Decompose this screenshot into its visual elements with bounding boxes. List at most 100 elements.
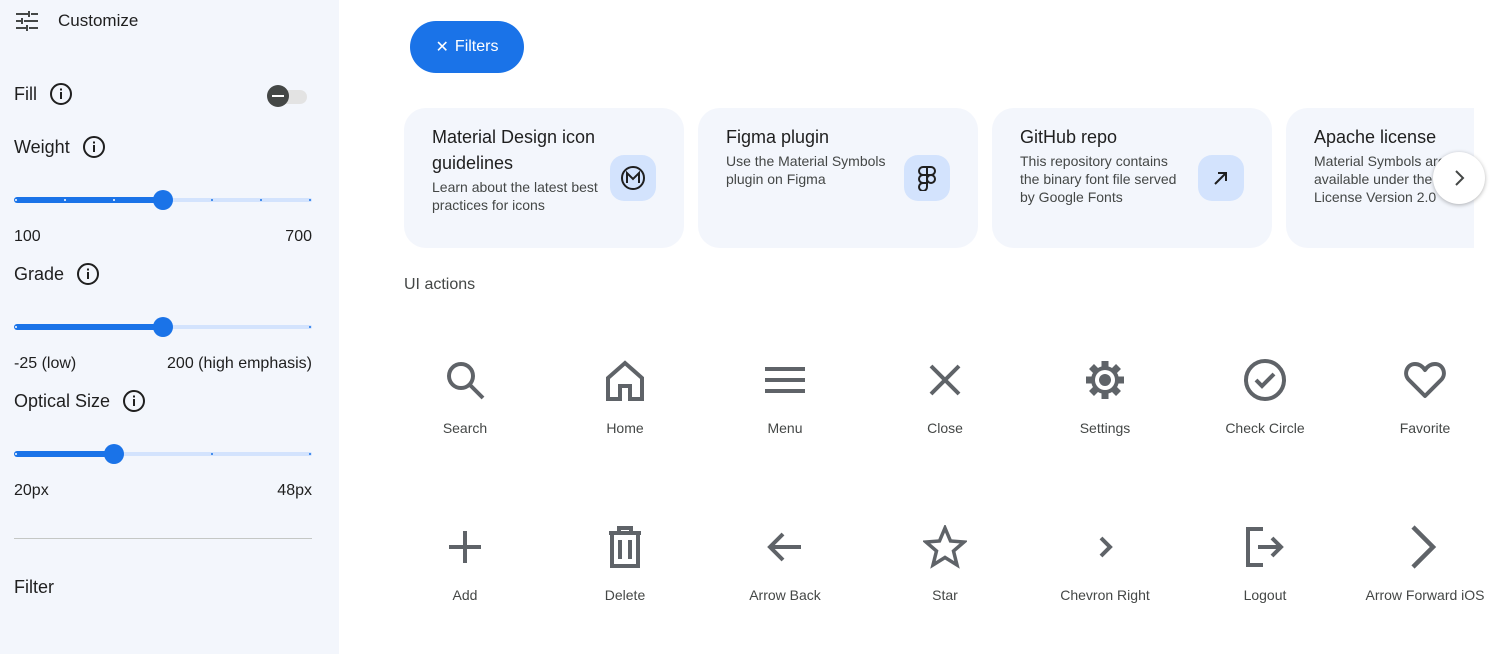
optical-size-tick (309, 453, 311, 455)
weight-option: Weight (14, 135, 106, 159)
grade-tick (309, 326, 311, 328)
grade-slider[interactable] (14, 317, 312, 337)
icon-label: Favorite (1399, 420, 1451, 436)
icon-label: Home (606, 420, 644, 436)
card-title: Material Design icon guidelines (432, 127, 596, 173)
icon-tile-check-circle[interactable]: Check Circle (1190, 358, 1340, 478)
optical-size-max: 48px (277, 482, 312, 499)
icon-tile-arrow-back[interactable]: Arrow Back (710, 525, 860, 645)
optical-size-option: Optical Size (14, 389, 146, 413)
info-icon[interactable] (82, 135, 106, 159)
card-description: Learn about the latest best practices fo… (432, 179, 598, 213)
icon-tile-close[interactable]: Close (870, 358, 1020, 478)
grade-slider-active (14, 324, 164, 330)
close-icon (929, 364, 961, 396)
icon-label: Chevron Right (1060, 587, 1150, 603)
weight-slider-thumb[interactable] (153, 190, 173, 210)
icon-label: Close (927, 420, 963, 436)
delete-icon (609, 526, 641, 568)
optical-size-slider-thumb[interactable] (104, 444, 124, 464)
arrow-back-icon (767, 532, 801, 562)
icon-tile-add[interactable]: Add (390, 525, 540, 645)
customize-title: Customize (58, 11, 139, 30)
section-title-ui-actions: UI actions (404, 276, 476, 293)
settings-icon (1086, 361, 1124, 399)
icon-tile-chevron-right[interactable]: Chevron Right (1030, 525, 1180, 645)
icon-label: Arrow Forward iOS (1365, 587, 1485, 603)
card-description: This repository contains the binary font… (1020, 153, 1177, 205)
filters-button-label: Filters (454, 38, 499, 55)
grade-max: 200 (high emphasis) (167, 355, 312, 372)
card-material-guidelines[interactable]: Material Design icon guidelines Learn ab… (404, 108, 684, 248)
icon-label: Arrow Back (749, 587, 821, 603)
card-title: Apache license (1314, 127, 1437, 147)
arrow-outward-icon (1198, 155, 1244, 201)
card-github-repo[interactable]: GitHub repo This repository contains the… (992, 108, 1272, 248)
optical-size-slider-active (14, 451, 114, 457)
material-logo-icon (610, 155, 656, 201)
card-title: GitHub repo (1020, 127, 1118, 147)
filter-heading: Filter (14, 577, 54, 597)
close-icon: ✕ (435, 39, 449, 56)
resource-cards-carousel: Material Design icon guidelines Learn ab… (404, 108, 1474, 248)
check-circle-icon (1244, 359, 1286, 401)
sidebar-divider (14, 538, 312, 539)
customize-header: Customize (16, 8, 138, 34)
optical-size-tick (15, 453, 17, 455)
weight-tick (15, 199, 17, 201)
icon-tile-logout[interactable]: Logout (1190, 525, 1340, 645)
icon-label: Check Circle (1225, 420, 1305, 436)
favorite-icon (1404, 362, 1446, 398)
tune-icon (16, 11, 38, 31)
grade-option: Grade (14, 262, 100, 286)
icon-tile-delete[interactable]: Delete (550, 525, 700, 645)
weight-slider[interactable] (14, 190, 312, 210)
icon-tile-arrow-forward-ios[interactable]: Arrow Forward iOS (1350, 525, 1500, 645)
icon-tile-home[interactable]: Home (550, 358, 700, 478)
icon-tile-search[interactable]: Search (390, 358, 540, 478)
card-description: Use the Material Symbols plugin on Figma (726, 153, 886, 187)
info-icon[interactable] (122, 389, 146, 413)
weight-min: 100 (14, 228, 41, 245)
icon-label: Menu (767, 420, 803, 436)
icon-label: Add (452, 587, 478, 603)
grade-label: Grade (14, 263, 65, 284)
chevron-right-icon (1455, 170, 1465, 186)
fill-toggle-knob (267, 85, 289, 107)
chevron-right-icon (1099, 536, 1113, 558)
icon-tile-menu[interactable]: Menu (710, 358, 860, 478)
weight-tick (260, 199, 262, 201)
weight-max: 700 (285, 228, 312, 245)
card-figma-plugin[interactable]: Figma plugin Use the Material Symbols pl… (698, 108, 978, 248)
weight-slider-active (14, 197, 164, 203)
icon-label: Delete (604, 587, 646, 603)
grade-slider-thumb[interactable] (153, 317, 173, 337)
info-icon[interactable] (76, 262, 100, 286)
fill-label: Fill (14, 83, 37, 104)
filters-button[interactable]: ✕ Filters (410, 21, 524, 73)
weight-tick (64, 199, 66, 201)
icon-tile-settings[interactable]: Settings (1030, 358, 1180, 478)
carousel-next-button[interactable] (1433, 152, 1485, 204)
info-icon[interactable] (49, 82, 73, 106)
figma-icon (904, 155, 950, 201)
icon-label: Star (932, 587, 958, 603)
icon-label: Search (442, 420, 488, 436)
fill-toggle[interactable] (267, 84, 309, 108)
weight-range: 100 700 (14, 228, 312, 246)
logout-icon (1246, 527, 1284, 567)
arrow-forward-ios-icon (1411, 525, 1437, 569)
grade-tick (15, 326, 17, 328)
card-title: Figma plugin (726, 127, 830, 147)
optical-size-slider[interactable] (14, 444, 312, 464)
optical-size-tick (211, 453, 213, 455)
star-icon (923, 525, 967, 569)
icon-tile-star[interactable]: Star (870, 525, 1020, 645)
weight-tick (309, 199, 311, 201)
icon-tile-favorite[interactable]: Favorite (1350, 358, 1500, 478)
optical-size-min: 20px (14, 482, 49, 499)
search-icon (447, 362, 485, 400)
fill-option: Fill (14, 82, 73, 106)
weight-tick (113, 199, 115, 201)
optical-size-range: 20px 48px (14, 482, 312, 500)
